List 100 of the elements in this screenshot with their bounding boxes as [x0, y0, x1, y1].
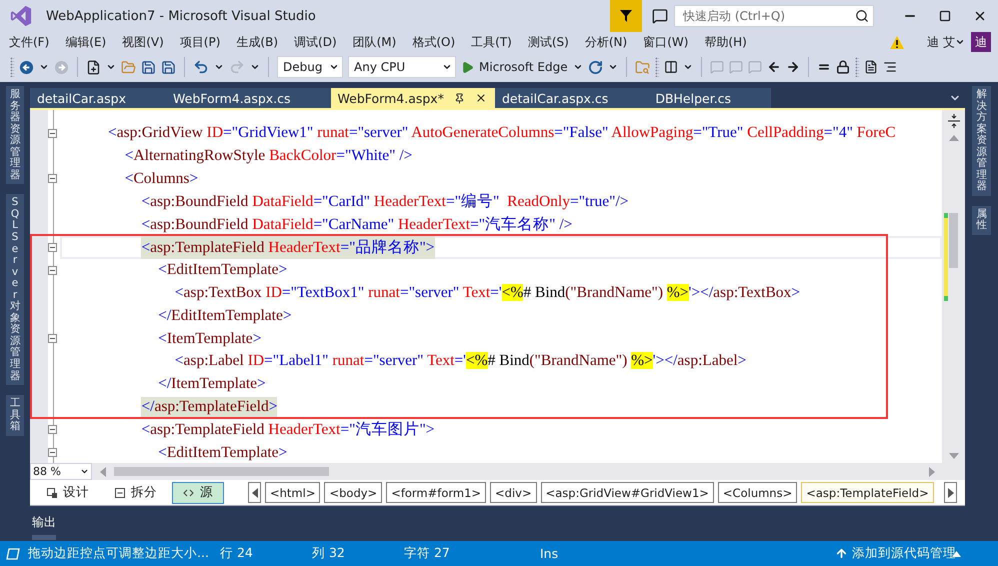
menu-item[interactable]: 帮助(H) [697, 34, 754, 50]
document-tab[interactable]: detailCar.aspx [30, 88, 166, 108]
caret-icon[interactable] [608, 62, 618, 72]
code-line: <EditItemTemplate> [157, 260, 288, 280]
menu-item[interactable]: 团队(M) [346, 34, 404, 50]
caret-icon[interactable] [955, 37, 965, 47]
arrow-left-icon[interactable] [766, 60, 781, 74]
collapse-icon[interactable] [48, 174, 57, 184]
indent-icon[interactable] [882, 60, 897, 74]
breadcrumb-item[interactable]: <html> [265, 482, 320, 503]
side-panel-tab[interactable]: SQL Server 对象资源管理器 [6, 194, 24, 386]
horizontal-scrollbar-thumb[interactable] [114, 467, 329, 476]
menu-item[interactable]: 项目(P) [172, 34, 228, 50]
code-line: <asp:TemplateField HeaderText="汽车图片"> [140, 420, 436, 440]
zoom-dropdown[interactable]: 88 % [30, 463, 92, 480]
view-mode-tab[interactable]: 源 [172, 482, 224, 504]
undo-icon[interactable] [193, 59, 209, 75]
scrollbar-thumb[interactable] [949, 213, 958, 268]
caret-icon[interactable] [106, 62, 116, 72]
collapse-icon[interactable] [48, 128, 57, 138]
code-line: <EditItemTemplate> [157, 442, 288, 463]
splitter-icon[interactable] [946, 113, 962, 129]
view-mode-tab[interactable]: 设计 [36, 482, 100, 504]
menu-item[interactable]: 视图(V) [115, 34, 171, 50]
new-project-icon[interactable] [86, 60, 101, 74]
breadcrumb-item[interactable]: <div> [490, 482, 537, 503]
code-line: <ItemTemplate> [157, 328, 262, 349]
collapse-icon[interactable] [48, 448, 57, 458]
refresh-icon[interactable] [588, 60, 603, 74]
document-tab[interactable]: WebForm4.aspx.cs [166, 88, 331, 108]
close-icon[interactable] [973, 9, 987, 23]
menu-item[interactable]: 分析(N) [578, 34, 634, 50]
caret-icon[interactable] [572, 62, 583, 72]
user-name[interactable]: 迪 艾 [927, 34, 955, 50]
split-view-icon [115, 488, 125, 498]
code-line: <AlternatingRowStyle BackColor="White" /> [124, 146, 414, 166]
arrow-right-icon[interactable] [786, 60, 800, 74]
vertical-scrollbar[interactable] [942, 110, 965, 463]
feedback-icon[interactable] [652, 8, 668, 24]
side-panel-tab[interactable]: 服务器资源管理器 [6, 86, 24, 184]
warning-icon[interactable] [889, 34, 906, 50]
menu-item[interactable]: 工具(T) [464, 34, 519, 50]
menu-item[interactable]: 编辑(E) [58, 34, 114, 50]
side-panel-tab[interactable]: 工具箱 [6, 395, 24, 436]
menu-item[interactable]: 调试(D) [287, 34, 344, 50]
caret-icon [80, 467, 89, 476]
maximize-icon[interactable] [939, 10, 951, 22]
caret-icon[interactable] [214, 62, 224, 72]
filter-button[interactable] [610, 0, 642, 32]
quick-launch-input[interactable]: 快速启动 (Ctrl+Q) [681, 8, 855, 24]
side-panel-tab[interactable]: 属性 [972, 206, 991, 236]
menu-item[interactable]: 生成(B) [229, 34, 286, 50]
columns-icon[interactable] [664, 60, 678, 74]
collapse-icon[interactable] [48, 334, 57, 344]
collapse-icon[interactable] [48, 242, 57, 252]
upload-icon[interactable] [835, 547, 848, 560]
breadcrumb-forward-button[interactable] [944, 482, 957, 503]
pin-icon[interactable] [454, 92, 465, 104]
breadcrumb-item[interactable]: <body> [324, 482, 382, 503]
run-target-button[interactable]: Microsoft Edge [479, 60, 568, 74]
collapse-icon[interactable] [48, 425, 57, 434]
play-icon[interactable] [461, 60, 474, 74]
configuration-dropdown[interactable]: Debug [277, 56, 343, 78]
close-icon[interactable] [474, 92, 487, 104]
platform-dropdown[interactable]: Any CPU [348, 56, 456, 78]
menu-item[interactable]: 窗口(W) [636, 34, 696, 50]
caret-icon[interactable] [682, 62, 693, 72]
save-icon[interactable] [141, 60, 156, 74]
caret-icon[interactable] [250, 62, 260, 72]
document-tab[interactable]: DBHelper.cs [648, 88, 772, 108]
line-number: 行 24 [220, 545, 254, 562]
insert-mode: Ins [540, 546, 560, 561]
caret-icon [329, 62, 339, 72]
menu-item[interactable]: 格式(O) [405, 34, 462, 50]
breadcrumb-item[interactable]: <form#form1> [386, 482, 486, 503]
collapse-icon[interactable] [48, 266, 57, 275]
app-logo-icon [10, 5, 32, 27]
user-avatar[interactable]: 迪 [971, 32, 991, 52]
menu-item[interactable]: 文件(F) [2, 34, 56, 50]
funnel-icon[interactable] [619, 9, 633, 23]
side-panel-tab[interactable]: 解决方案资源管理器 [972, 86, 991, 196]
quick-launch-field[interactable]: 快速启动 (Ctrl+Q) [674, 5, 874, 27]
document-tab[interactable]: detailCar.aspx.cs [494, 88, 648, 108]
breadcrumb-item[interactable]: <Columns> [718, 482, 798, 503]
lock-icon[interactable] [836, 60, 850, 74]
document-tab[interactable]: WebForm4.aspx* [330, 88, 495, 108]
document-icon[interactable] [864, 60, 878, 74]
code-line: <asp:GridView ID="GridView1" runat="server" AutoGenerateColumns="False" AllowPaging="True" CellPadding="4" ForeC [107, 123, 897, 144]
breadcrumb-item[interactable]: <asp:GridView#GridView1> [540, 482, 714, 503]
view-mode-tab[interactable]: 拆分 [104, 482, 168, 504]
code-line: </ItemTemplate> [157, 374, 267, 394]
breadcrumb-back-button[interactable] [248, 482, 261, 503]
breadcrumb-item[interactable]: <asp:TemplateField> [801, 482, 934, 503]
status-message: 拖动边距控点可调整边距大小... [28, 545, 210, 562]
back-icon[interactable] [19, 60, 34, 74]
menu-item[interactable]: 测试(S) [520, 34, 576, 50]
save-all-icon[interactable] [161, 60, 176, 74]
caret-icon[interactable] [39, 62, 49, 72]
search-icon[interactable] [855, 9, 869, 23]
triangle-right-icon [948, 488, 954, 498]
